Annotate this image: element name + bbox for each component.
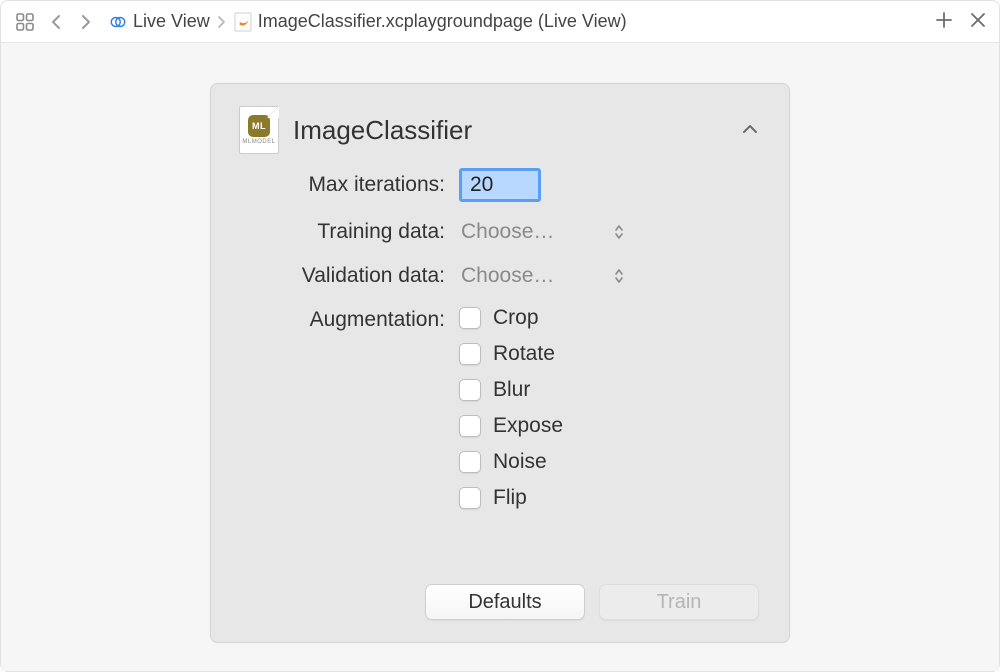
nav-forward-icon[interactable]	[75, 10, 97, 34]
classifier-panel: ML MLMODEL ImageClassifier Max iteration…	[210, 83, 790, 643]
max-iterations-input[interactable]	[459, 168, 541, 202]
validation-data-choose-button[interactable]: Choose…	[459, 262, 629, 290]
checkbox[interactable]	[459, 451, 481, 473]
option-label: Expose	[493, 414, 563, 438]
augmentation-options: Crop Rotate Blur Expose	[459, 306, 755, 510]
augmentation-option-flip[interactable]: Flip	[459, 486, 755, 510]
ml-caption: MLMODEL	[242, 139, 275, 145]
collapse-chevron-icon[interactable]	[741, 122, 759, 139]
popup-stepper-icon	[613, 267, 627, 285]
option-label: Noise	[493, 450, 547, 474]
popup-label: Choose…	[461, 220, 554, 244]
defaults-button[interactable]: Defaults	[425, 584, 585, 620]
augmentation-label: Augmentation:	[245, 306, 445, 332]
breadcrumb: Live View ImageClassifier.xcplaygroundpa…	[109, 11, 627, 32]
popup-label: Choose…	[461, 264, 554, 288]
option-label: Rotate	[493, 342, 555, 366]
window: Live View ImageClassifier.xcplaygroundpa…	[0, 0, 1000, 672]
augmentation-option-crop[interactable]: Crop	[459, 306, 755, 330]
swift-file-icon	[234, 13, 252, 31]
live-view-icon	[109, 13, 127, 31]
checkbox[interactable]	[459, 379, 481, 401]
checkbox[interactable]	[459, 343, 481, 365]
breadcrumb-label: ImageClassifier.xcplaygroundpage (Live V…	[258, 11, 627, 32]
toolbar-right	[935, 11, 987, 32]
validation-data-label: Validation data:	[245, 264, 445, 288]
max-iterations-label: Max iterations:	[245, 173, 445, 197]
close-icon[interactable]	[969, 11, 987, 32]
nav-back-icon[interactable]	[45, 10, 67, 34]
breadcrumb-segment-file[interactable]: ImageClassifier.xcplaygroundpage (Live V…	[234, 11, 627, 32]
panel-header: ML MLMODEL ImageClassifier	[235, 102, 765, 168]
checkbox[interactable]	[459, 487, 481, 509]
panel-footer: Defaults Train	[235, 572, 765, 622]
option-label: Flip	[493, 486, 527, 510]
chevron-right-icon	[216, 15, 228, 29]
popup-stepper-icon	[613, 223, 627, 241]
option-label: Blur	[493, 378, 530, 402]
form: Max iterations: Training data: Choose… V…	[235, 168, 765, 510]
breadcrumb-label: Live View	[133, 11, 210, 32]
training-data-choose-button[interactable]: Choose…	[459, 218, 629, 246]
augmentation-option-blur[interactable]: Blur	[459, 378, 755, 402]
panel-title: ImageClassifier	[293, 115, 727, 146]
training-data-label: Training data:	[245, 220, 445, 244]
mlmodel-file-icon: ML MLMODEL	[239, 106, 279, 154]
content-area: ML MLMODEL ImageClassifier Max iteration…	[1, 43, 999, 671]
augmentation-option-rotate[interactable]: Rotate	[459, 342, 755, 366]
toolbar: Live View ImageClassifier.xcplaygroundpa…	[1, 1, 999, 43]
add-tab-icon[interactable]	[935, 11, 953, 32]
ml-badge: ML	[248, 115, 270, 137]
option-label: Crop	[493, 306, 539, 330]
checkbox[interactable]	[459, 307, 481, 329]
train-button[interactable]: Train	[599, 584, 759, 620]
breadcrumb-segment-live-view[interactable]: Live View	[109, 11, 210, 32]
grid-icon[interactable]	[13, 10, 37, 34]
checkbox[interactable]	[459, 415, 481, 437]
augmentation-option-expose[interactable]: Expose	[459, 414, 755, 438]
augmentation-option-noise[interactable]: Noise	[459, 450, 755, 474]
